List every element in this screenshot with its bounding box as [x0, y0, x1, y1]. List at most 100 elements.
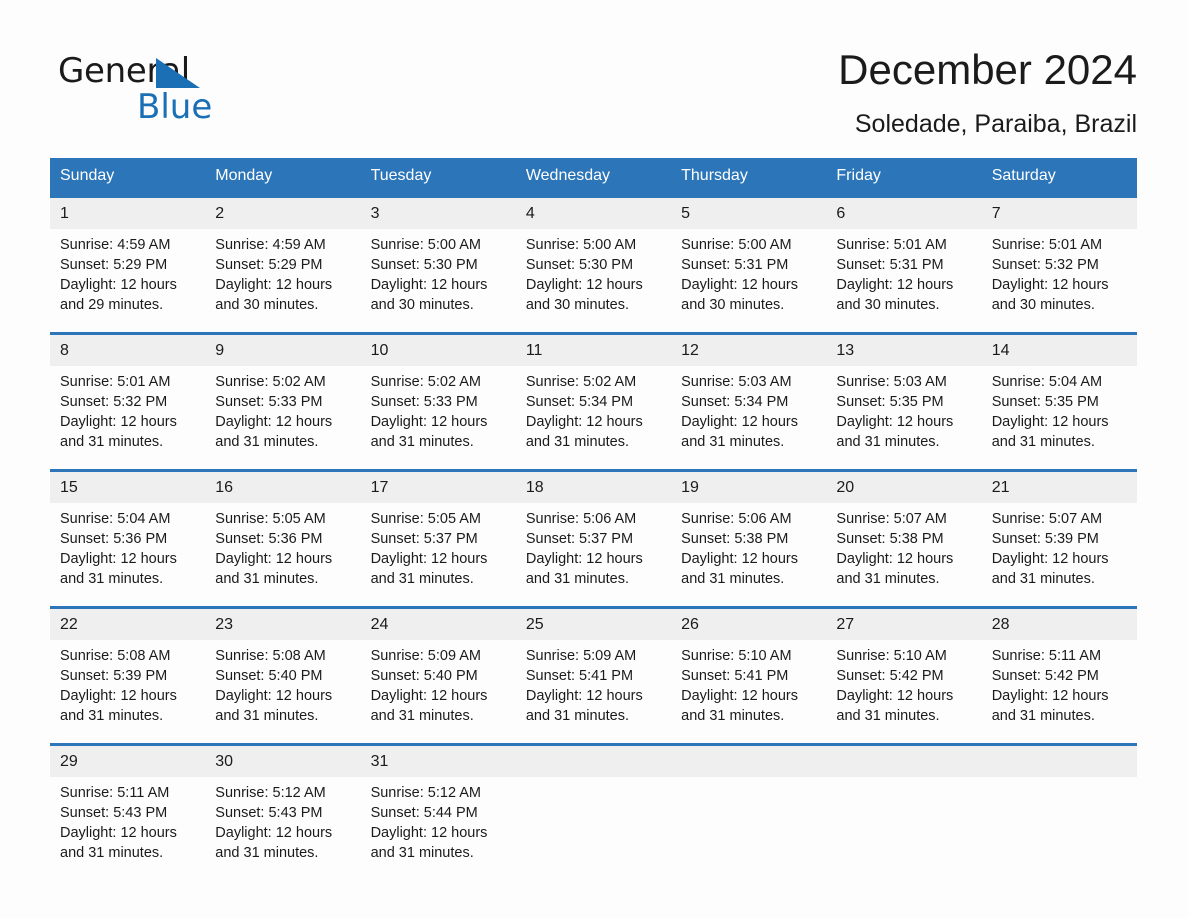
day-cell[interactable]: 16 Sunrise: 5:05 AM Sunset: 5:36 PM Dayl…	[205, 469, 361, 590]
day-cell[interactable]: 29 Sunrise: 5:11 AM Sunset: 5:43 PM Dayl…	[50, 743, 206, 864]
day-cell[interactable]: 10 Sunrise: 5:02 AM Sunset: 5:33 PM Dayl…	[360, 332, 516, 453]
sunset-text: Sunset: 5:35 PM	[991, 394, 1099, 410]
day-cell[interactable]: 30 Sunrise: 5:12 AM Sunset: 5:43 PM Dayl…	[205, 743, 361, 864]
daylight-text-line2: and 31 minutes.	[525, 571, 630, 587]
day-number: 30	[205, 746, 361, 777]
day-number: 11	[515, 335, 672, 366]
sunset-text: Sunset: 5:29 PM	[215, 257, 323, 273]
day-cell[interactable]: 7 Sunrise: 5:01 AM Sunset: 5:32 PM Dayli…	[981, 195, 1137, 316]
day-cell[interactable]: 25 Sunrise: 5:09 AM Sunset: 5:41 PM Dayl…	[515, 606, 672, 727]
sunrise-text: Sunrise: 5:10 AM	[681, 648, 792, 664]
day-details: Sunrise: 5:02 AM Sunset: 5:33 PM Dayligh…	[205, 366, 360, 452]
sunrise-text: Sunrise: 5:02 AM	[215, 374, 326, 390]
day-details: Sunrise: 5:12 AM Sunset: 5:43 PM Dayligh…	[205, 777, 360, 863]
sunrise-text: Sunrise: 5:09 AM	[525, 648, 637, 664]
day-cell[interactable]: 11 Sunrise: 5:02 AM Sunset: 5:34 PM Dayl…	[515, 332, 672, 453]
sunrise-text: Sunrise: 5:09 AM	[370, 648, 481, 664]
day-cell[interactable]: 3 Sunrise: 5:00 AM Sunset: 5:30 PM Dayli…	[360, 195, 516, 316]
daylight-text-line1: Daylight: 12 hours	[370, 688, 488, 704]
day-details: Sunrise: 5:12 AM Sunset: 5:44 PM Dayligh…	[361, 777, 516, 863]
day-number: 17	[360, 472, 516, 503]
day-cell[interactable]: 19 Sunrise: 5:06 AM Sunset: 5:38 PM Dayl…	[671, 469, 827, 590]
day-number: 25	[515, 609, 672, 640]
day-cell[interactable]: 14 Sunrise: 5:04 AM Sunset: 5:35 PM Dayl…	[981, 332, 1137, 453]
sunset-text: Sunset: 5:36 PM	[215, 531, 323, 547]
day-details: Sunrise: 5:11 AM Sunset: 5:43 PM Dayligh…	[50, 777, 205, 863]
generalblue-logo[interactable]: General Blue	[58, 52, 298, 136]
daylight-text-line1: Daylight: 12 hours	[370, 825, 488, 841]
day-cell[interactable]: 28 Sunrise: 5:11 AM Sunset: 5:42 PM Dayl…	[981, 606, 1137, 727]
day-cell[interactable]: 17 Sunrise: 5:05 AM Sunset: 5:37 PM Dayl…	[360, 469, 516, 590]
sunrise-text: Sunrise: 5:06 AM	[525, 511, 637, 527]
day-number: 4	[515, 198, 672, 229]
calendar-week-row: 15 Sunrise: 5:04 AM Sunset: 5:36 PM Dayl…	[50, 469, 1137, 590]
day-details: Sunrise: 5:06 AM Sunset: 5:37 PM Dayligh…	[516, 503, 671, 589]
day-number: 2	[205, 198, 361, 229]
daylight-text-line2: and 30 minutes.	[370, 297, 474, 313]
daylight-text-line1: Daylight: 12 hours	[681, 688, 798, 704]
daylight-text-line2: and 31 minutes.	[681, 571, 785, 587]
calendar-page: General Blue December 2024 Soledade, Par…	[0, 0, 1188, 918]
day-cell[interactable]: 24 Sunrise: 5:09 AM Sunset: 5:40 PM Dayl…	[360, 606, 516, 727]
logo-top-row: General	[58, 52, 298, 92]
week-gap-row	[50, 316, 1137, 334]
day-number	[671, 746, 827, 777]
day-cell[interactable]: 5 Sunrise: 5:00 AM Sunset: 5:31 PM Dayli…	[671, 195, 827, 316]
day-cell[interactable]: 2 Sunrise: 4:59 AM Sunset: 5:29 PM Dayli…	[205, 195, 361, 316]
sunset-text: Sunset: 5:36 PM	[60, 531, 168, 547]
daylight-text-line1: Daylight: 12 hours	[60, 414, 177, 430]
day-cell[interactable]: 21 Sunrise: 5:07 AM Sunset: 5:39 PM Dayl…	[981, 469, 1137, 590]
day-details: Sunrise: 5:09 AM Sunset: 5:41 PM Dayligh…	[516, 640, 671, 726]
day-number: 29	[50, 746, 206, 777]
sunset-text: Sunset: 5:37 PM	[370, 531, 478, 547]
day-details: Sunrise: 5:07 AM Sunset: 5:38 PM Dayligh…	[826, 503, 981, 589]
sunset-text: Sunset: 5:31 PM	[836, 257, 944, 273]
day-cell[interactable]: 8 Sunrise: 5:01 AM Sunset: 5:32 PM Dayli…	[50, 332, 206, 453]
day-cell[interactable]: 4 Sunrise: 5:00 AM Sunset: 5:30 PM Dayli…	[515, 195, 672, 316]
daylight-text-line1: Daylight: 12 hours	[370, 277, 488, 293]
day-details: Sunrise: 5:03 AM Sunset: 5:35 PM Dayligh…	[826, 366, 981, 452]
daylight-text-line1: Daylight: 12 hours	[991, 688, 1109, 704]
day-cell[interactable]: 18 Sunrise: 5:06 AM Sunset: 5:37 PM Dayl…	[515, 469, 672, 590]
day-cell[interactable]: 27 Sunrise: 5:10 AM Sunset: 5:42 PM Dayl…	[826, 606, 982, 727]
day-cell[interactable]: 23 Sunrise: 5:08 AM Sunset: 5:40 PM Dayl…	[205, 606, 361, 727]
day-cell[interactable]: 13 Sunrise: 5:03 AM Sunset: 5:35 PM Dayl…	[826, 332, 982, 453]
day-cell[interactable]: 6 Sunrise: 5:01 AM Sunset: 5:31 PM Dayli…	[826, 195, 982, 316]
daylight-text-line1: Daylight: 12 hours	[991, 414, 1109, 430]
day-cell[interactable]: 26 Sunrise: 5:10 AM Sunset: 5:41 PM Dayl…	[671, 606, 827, 727]
day-cell-empty	[826, 743, 982, 864]
title-block: December 2024 Soledade, Paraiba, Brazil	[838, 44, 1137, 139]
daylight-text-line1: Daylight: 12 hours	[525, 688, 643, 704]
day-cell[interactable]: 20 Sunrise: 5:07 AM Sunset: 5:38 PM Dayl…	[826, 469, 982, 590]
sunrise-text: Sunrise: 5:02 AM	[370, 374, 481, 390]
day-details: Sunrise: 5:11 AM Sunset: 5:42 PM Dayligh…	[982, 640, 1137, 726]
page-subtitle: Soledade, Paraiba, Brazil	[854, 110, 1137, 138]
sunrise-text: Sunrise: 5:00 AM	[370, 237, 481, 253]
day-cell[interactable]: 15 Sunrise: 5:04 AM Sunset: 5:36 PM Dayl…	[50, 469, 206, 590]
sunrise-text: Sunrise: 5:07 AM	[991, 511, 1103, 527]
sunrise-text: Sunrise: 5:12 AM	[215, 785, 326, 801]
day-cell[interactable]: 1 Sunrise: 4:59 AM Sunset: 5:29 PM Dayli…	[50, 195, 206, 316]
day-details: Sunrise: 5:03 AM Sunset: 5:34 PM Dayligh…	[671, 366, 826, 452]
day-cell-empty	[981, 743, 1137, 864]
sunrise-text: Sunrise: 5:08 AM	[60, 648, 171, 664]
daylight-text-line1: Daylight: 12 hours	[370, 551, 488, 567]
sunrise-text: Sunrise: 4:59 AM	[215, 237, 326, 253]
day-cell[interactable]: 9 Sunrise: 5:02 AM Sunset: 5:33 PM Dayli…	[205, 332, 361, 453]
sunset-text: Sunset: 5:43 PM	[215, 805, 323, 821]
page-header: General Blue December 2024 Soledade, Par…	[50, 44, 1137, 154]
page-title: December 2024	[838, 46, 1137, 93]
weekday-header-monday: Monday	[205, 158, 361, 197]
day-details: Sunrise: 5:09 AM Sunset: 5:40 PM Dayligh…	[361, 640, 516, 726]
calendar-week-row: 8 Sunrise: 5:01 AM Sunset: 5:32 PM Dayli…	[50, 332, 1137, 453]
day-details: Sunrise: 5:10 AM Sunset: 5:42 PM Dayligh…	[826, 640, 981, 726]
day-cell[interactable]: 12 Sunrise: 5:03 AM Sunset: 5:34 PM Dayl…	[671, 332, 827, 453]
day-cell[interactable]: 31 Sunrise: 5:12 AM Sunset: 5:44 PM Dayl…	[360, 743, 516, 864]
daylight-text-line2: and 31 minutes.	[60, 845, 164, 861]
calendar-grid: Sunday Monday Tuesday Wednesday Thursday…	[50, 158, 1137, 864]
daylight-text-line2: and 31 minutes.	[991, 708, 1095, 724]
day-number: 3	[360, 198, 516, 229]
sunrise-text: Sunrise: 5:07 AM	[836, 511, 947, 527]
day-cell[interactable]: 22 Sunrise: 5:08 AM Sunset: 5:39 PM Dayl…	[50, 606, 206, 727]
sunrise-text: Sunrise: 5:08 AM	[215, 648, 326, 664]
